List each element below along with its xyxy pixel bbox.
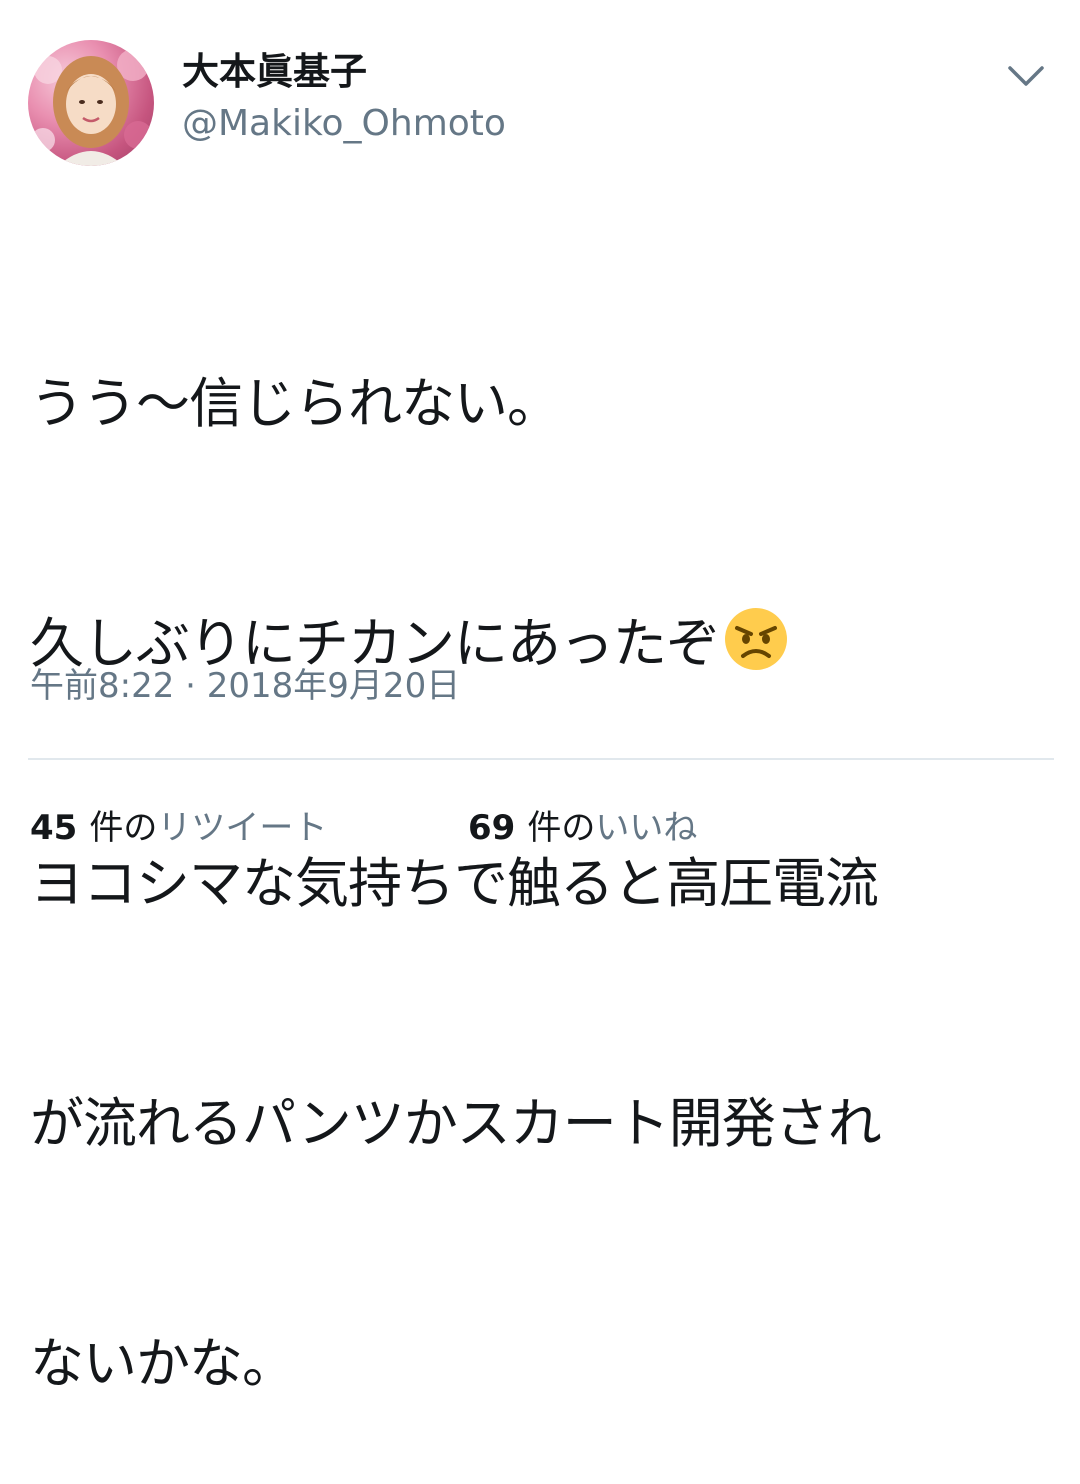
angry-face-emoji-icon bbox=[723, 606, 789, 672]
avatar-image bbox=[31, 49, 152, 166]
like-label-text: いいね bbox=[595, 808, 698, 848]
tweet-text-line: うう～信じられない。 bbox=[30, 372, 561, 435]
retweets-stat[interactable]: 45 件のリツイート bbox=[30, 802, 327, 854]
retweet-label-text: リツイート bbox=[157, 808, 328, 848]
author-handle[interactable]: @Makiko_Ohmoto bbox=[182, 100, 506, 148]
retweet-count: 45 bbox=[30, 808, 78, 848]
tweet-header: 大本眞基子 @Makiko_Ohmoto bbox=[28, 40, 1058, 170]
avatar[interactable] bbox=[28, 40, 154, 166]
tweet-timestamp[interactable]: 午前8:22 · 2018年9月20日 bbox=[30, 662, 460, 710]
like-count: 69 bbox=[468, 808, 516, 848]
tweet-text-line: が流れるパンツかスカート開発され bbox=[30, 1092, 882, 1155]
likes-stat[interactable]: 69 件のいいね bbox=[468, 802, 697, 854]
retweet-label: 件のリツイート bbox=[89, 808, 327, 848]
like-label: 件のいいね bbox=[527, 808, 697, 848]
author-display-name[interactable]: 大本眞基子 bbox=[182, 48, 506, 96]
author-block[interactable]: 大本眞基子 @Makiko_Ohmoto bbox=[182, 48, 506, 148]
like-label-prefix: 件の bbox=[527, 808, 596, 848]
retweet-label-prefix: 件の bbox=[89, 808, 158, 848]
tweet-text-line: ヨコシマな気持ちで触ると高圧電流 bbox=[30, 852, 879, 915]
divider bbox=[28, 758, 1054, 760]
chevron-down-icon[interactable] bbox=[1004, 54, 1048, 98]
tweet-text-line: ないかな。 bbox=[30, 1332, 296, 1395]
